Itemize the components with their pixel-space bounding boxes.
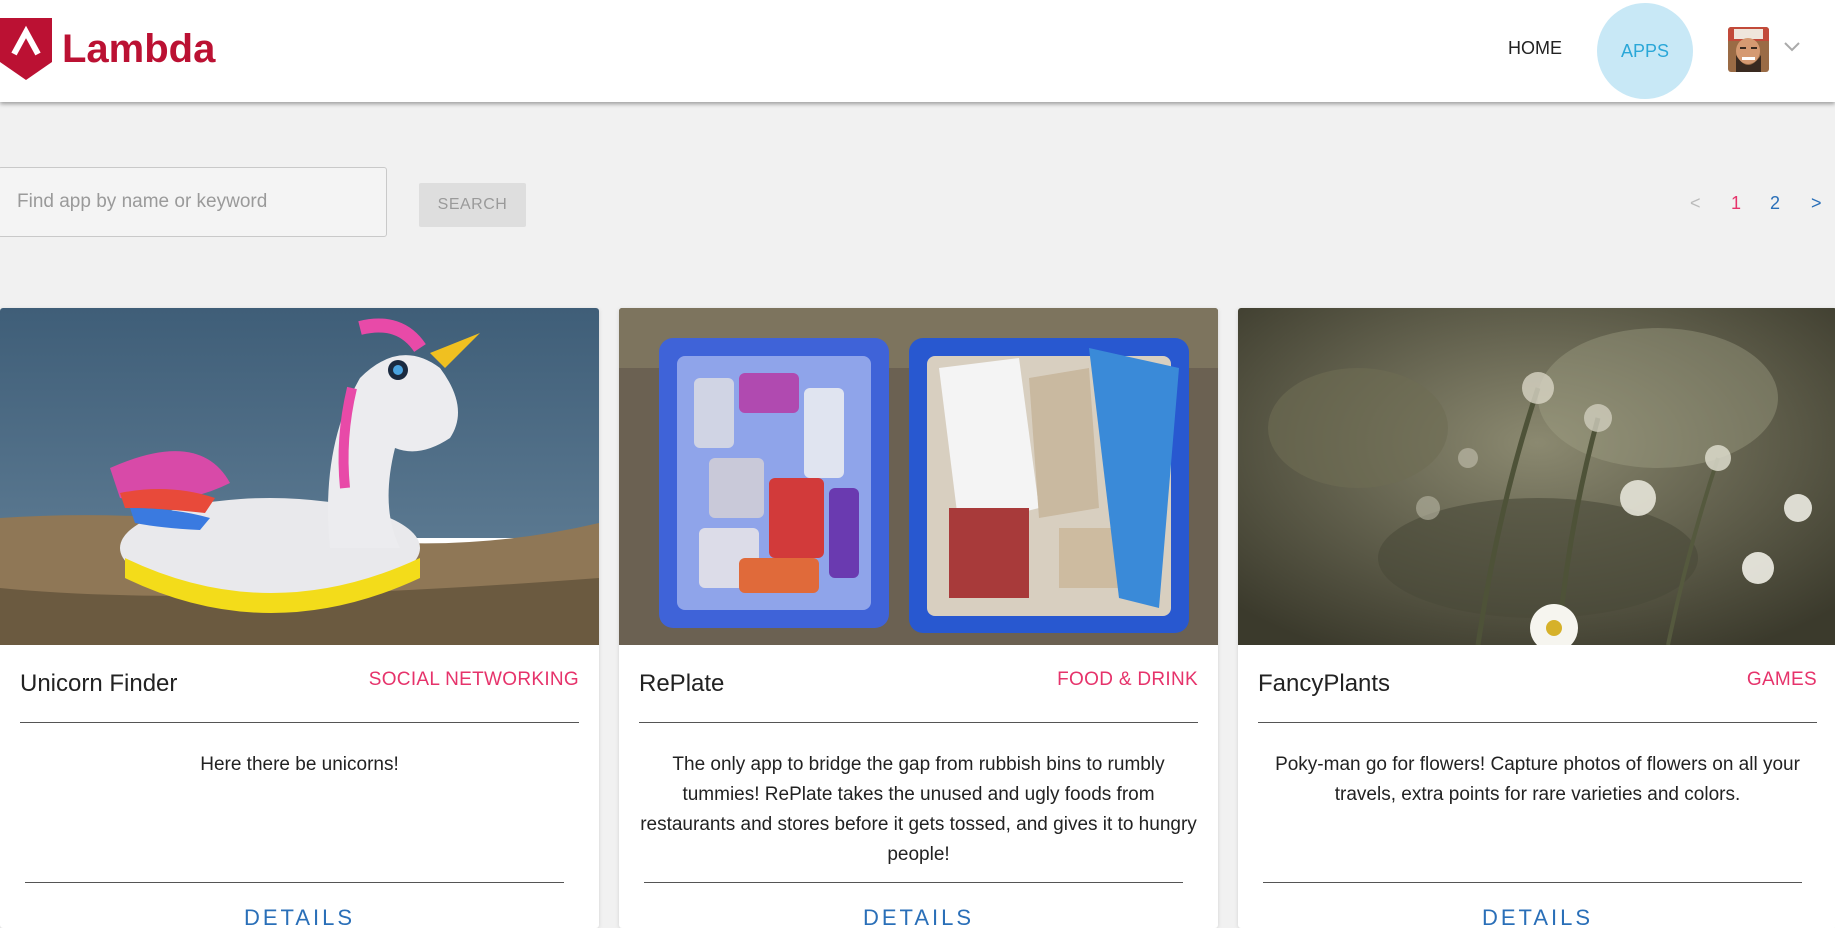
details-link[interactable]: DETAILS — [619, 905, 1218, 928]
app-title: FancyPlants — [1258, 670, 1391, 697]
app-card-unicorn-finder: Unicorn Finder SOCIAL NETWORKING Here th… — [0, 308, 599, 928]
nav-home-link[interactable]: HOME — [1508, 38, 1562, 59]
search-input[interactable] — [0, 167, 387, 237]
details-link[interactable]: DETAILS — [0, 905, 599, 928]
recycling-bins-image — [619, 308, 1218, 645]
unicorn-float-image — [0, 308, 599, 645]
app-card-fancyplants: FancyPlants GAMES Poky-man go for flower… — [1238, 308, 1835, 928]
pagination-next[interactable]: > — [1811, 193, 1822, 214]
chevron-down-icon[interactable] — [1783, 40, 1801, 54]
search-button[interactable]: SEARCH — [419, 183, 526, 227]
divider — [20, 722, 579, 723]
app-category[interactable]: SOCIAL NETWORKING — [369, 669, 579, 691]
details-link[interactable]: DETAILS — [1238, 905, 1835, 928]
app-title: RePlate — [639, 670, 725, 697]
pagination-page-2[interactable]: 2 — [1770, 193, 1780, 214]
nav-apps-link[interactable]: APPS — [1597, 3, 1693, 99]
app-card-replate: RePlate FOOD & DRINK The only app to bri… — [619, 308, 1218, 928]
divider — [25, 882, 564, 883]
avatar-photo — [1728, 27, 1769, 72]
brand-name: Lambda — [62, 27, 216, 71]
divider — [644, 882, 1183, 883]
app-category[interactable]: GAMES — [1747, 669, 1817, 691]
lambda-shield-icon — [0, 18, 52, 80]
divider — [1258, 722, 1817, 723]
pagination-prev[interactable]: < — [1690, 193, 1701, 214]
lambda-logo[interactable]: Lambda — [0, 18, 215, 80]
app-title: Unicorn Finder — [20, 670, 178, 697]
divider — [1263, 882, 1802, 883]
top-bar: Lambda HOME APPS — [0, 0, 1835, 102]
nav-apps-label: APPS — [1620, 40, 1670, 61]
user-avatar[interactable] — [1728, 27, 1769, 72]
app-category[interactable]: FOOD & DRINK — [1057, 669, 1198, 691]
pagination-page-1[interactable]: 1 — [1731, 193, 1741, 214]
app-description: The only app to bridge the gap from rubb… — [640, 754, 1197, 865]
app-description: Poky-man go for flowers! Capture photos … — [1275, 754, 1800, 805]
app-description: Here there be unicorns! — [200, 754, 399, 775]
flowers-image — [1238, 308, 1835, 645]
divider — [639, 722, 1198, 723]
